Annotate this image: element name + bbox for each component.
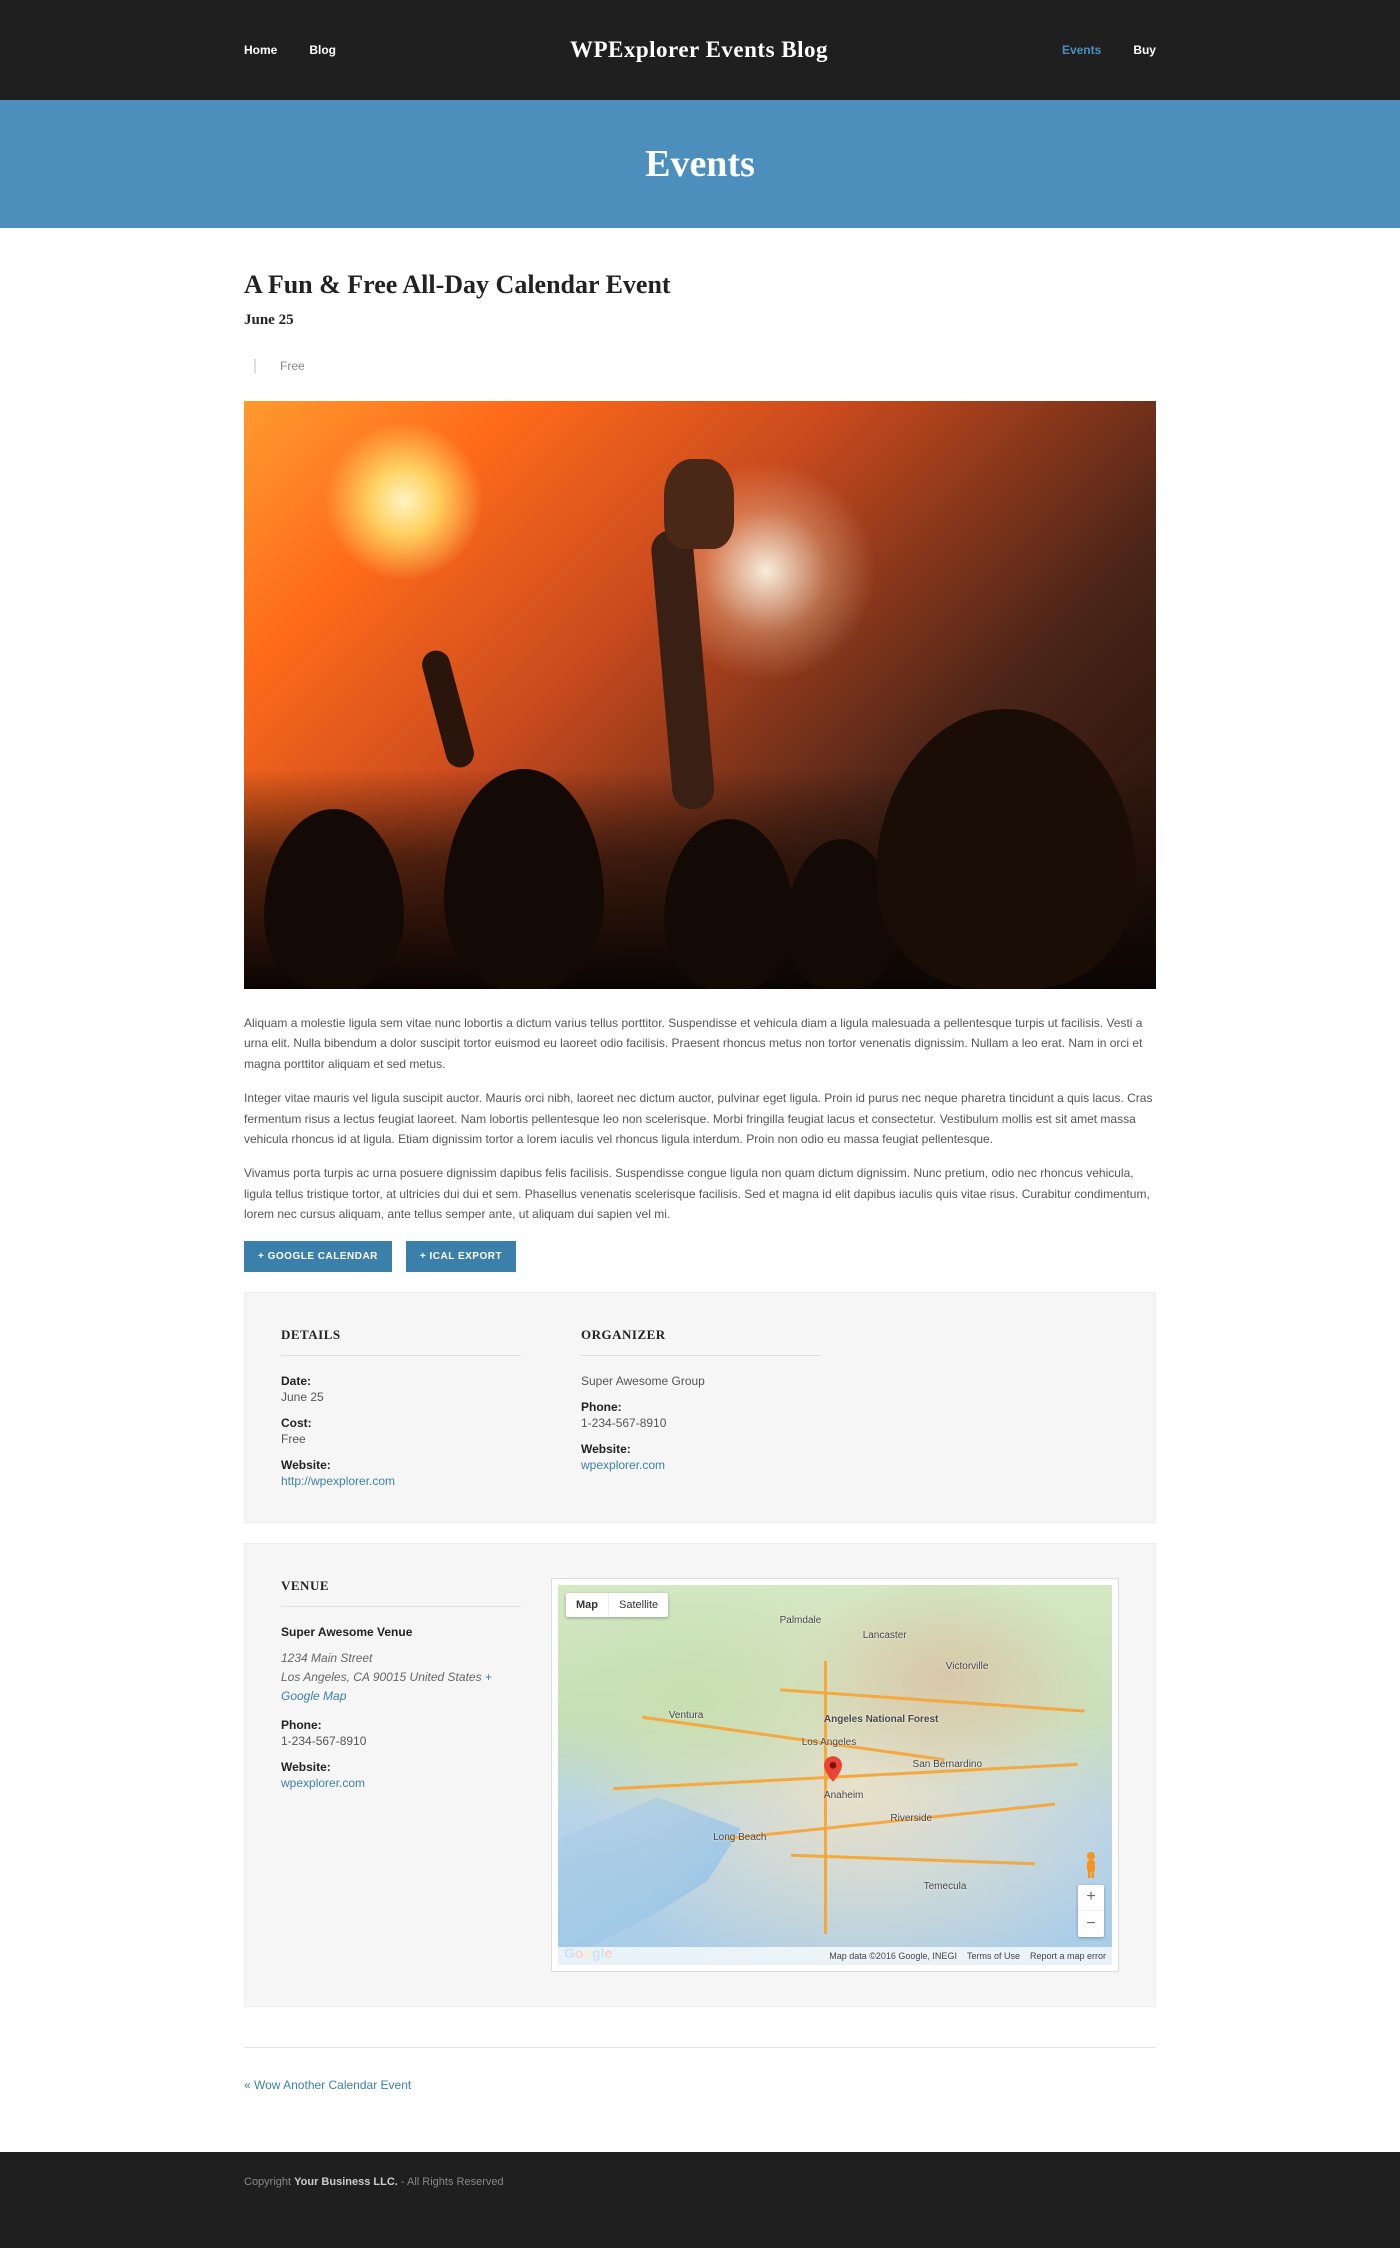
- nav-home[interactable]: Home: [244, 43, 277, 57]
- venue-name: Super Awesome Venue: [281, 1625, 521, 1639]
- venue-address: 1234 Main Street Los Angeles, CA 90015 U…: [281, 1649, 521, 1707]
- phone-label: Phone:: [581, 1400, 821, 1414]
- date-value: June 25: [281, 1390, 521, 1404]
- details-organizer-box: DETAILS Date: June 25 Cost: Free Website…: [244, 1292, 1156, 1523]
- prev-event-link[interactable]: « Wow Another Calendar Event: [244, 2078, 411, 2092]
- business-name: Your Business LLC.: [294, 2176, 398, 2188]
- cost-value: Free: [281, 1432, 521, 1446]
- venue-box: VENUE Super Awesome Venue 1234 Main Stre…: [244, 1543, 1156, 2007]
- copyright-rest: - All Rights Reserved: [398, 2176, 504, 2188]
- address-line2: Los Angeles, CA 90015 United States: [281, 1670, 482, 1684]
- banner-title: Events: [0, 142, 1400, 186]
- nav-right: Events Buy: [1062, 43, 1156, 57]
- pegman-icon[interactable]: [1081, 1851, 1101, 1879]
- nav-blog[interactable]: Blog: [309, 43, 336, 57]
- venue-column: VENUE Super Awesome Venue 1234 Main Stre…: [281, 1578, 521, 1972]
- ical-export-button[interactable]: + ICAL EXPORT: [406, 1241, 516, 1272]
- map-attribution: Map data ©2016 Google, INEGI: [829, 1951, 957, 1961]
- venue-website-link[interactable]: wpexplorer.com: [281, 1776, 521, 1790]
- venue-heading: VENUE: [281, 1578, 521, 1607]
- map-tab-satellite[interactable]: Satellite: [609, 1593, 668, 1617]
- date-label: Date:: [281, 1374, 521, 1388]
- organizer-website-link[interactable]: wpexplorer.com: [581, 1458, 821, 1472]
- map-city-label: Victorville: [946, 1661, 989, 1672]
- paragraph: Aliquam a molestie ligula sem vitae nunc…: [244, 1013, 1156, 1074]
- map-terms-link[interactable]: Terms of Use: [967, 1951, 1020, 1961]
- top-nav: Home Blog WPExplorer Events Blog Events …: [0, 0, 1400, 100]
- google-calendar-button[interactable]: + GOOGLE CALENDAR: [244, 1241, 392, 1272]
- map-footer: Map data ©2016 Google, INEGI Terms of Us…: [558, 1947, 1112, 1965]
- map-city-label: Anaheim: [824, 1790, 863, 1801]
- zoom-in-button[interactable]: +: [1078, 1885, 1104, 1911]
- event-date: June 25: [244, 312, 1156, 329]
- map[interactable]: Lancaster Palmdale Victorville Ventura L…: [558, 1585, 1112, 1965]
- organizer-name: Super Awesome Group: [581, 1374, 821, 1388]
- map-report-link[interactable]: Report a map error: [1030, 1951, 1106, 1961]
- map-city-label: San Bernardino: [913, 1759, 983, 1770]
- map-pin-icon: [824, 1756, 842, 1774]
- website-label: Website:: [581, 1442, 821, 1456]
- export-buttons: + GOOGLE CALENDAR + ICAL EXPORT: [244, 1241, 1156, 1272]
- event-title: A Fun & Free All-Day Calendar Event: [244, 270, 1156, 300]
- phone-label: Phone:: [281, 1718, 521, 1732]
- map-city-label: Ventura: [669, 1710, 703, 1721]
- page-banner: Events: [0, 100, 1400, 228]
- map-city-label: Palmdale: [780, 1615, 822, 1626]
- site-footer: Copyright Your Business LLC. - All Right…: [0, 2152, 1400, 2248]
- cost-badge: Free: [254, 359, 1156, 373]
- nav-buy[interactable]: Buy: [1133, 43, 1156, 57]
- map-city-label: Riverside: [890, 1813, 932, 1824]
- prev-event-nav: « Wow Another Calendar Event: [244, 2078, 1156, 2092]
- organizer-column: ORGANIZER Super Awesome Group Phone: 1-2…: [581, 1327, 821, 1488]
- organizer-heading: ORGANIZER: [581, 1327, 821, 1356]
- map-tab-map[interactable]: Map: [566, 1593, 609, 1617]
- phone-value: 1-234-567-8910: [281, 1734, 521, 1748]
- copyright-pre: Copyright: [244, 2176, 294, 2188]
- map-city-label: Los Angeles: [802, 1737, 857, 1748]
- map-container: Lancaster Palmdale Victorville Ventura L…: [551, 1578, 1119, 1972]
- map-type-toggle: Map Satellite: [566, 1593, 668, 1617]
- website-label: Website:: [281, 1760, 521, 1774]
- divider: [244, 2047, 1156, 2048]
- map-city-label: Angeles National Forest: [824, 1714, 938, 1725]
- website-label: Website:: [281, 1458, 521, 1472]
- map-city-label: Temecula: [924, 1881, 967, 1892]
- map-city-label: Long Beach: [713, 1832, 766, 1843]
- site-brand[interactable]: WPExplorer Events Blog: [570, 37, 828, 63]
- zoom-control: + −: [1078, 1885, 1104, 1937]
- nav-left: Home Blog: [244, 43, 336, 57]
- map-city-label: Lancaster: [863, 1630, 907, 1641]
- nav-events[interactable]: Events: [1062, 43, 1101, 57]
- details-column: DETAILS Date: June 25 Cost: Free Website…: [281, 1327, 521, 1488]
- address-line1: 1234 Main Street: [281, 1651, 372, 1665]
- cost-label: Cost:: [281, 1416, 521, 1430]
- paragraph: Vivamus porta turpis ac urna posuere dig…: [244, 1163, 1156, 1224]
- zoom-out-button[interactable]: −: [1078, 1911, 1104, 1937]
- details-heading: DETAILS: [281, 1327, 521, 1356]
- details-website-link[interactable]: http://wpexplorer.com: [281, 1474, 521, 1488]
- paragraph: Integer vitae mauris vel ligula suscipit…: [244, 1088, 1156, 1149]
- phone-value: 1-234-567-8910: [581, 1416, 821, 1430]
- event-body: Aliquam a molestie ligula sem vitae nunc…: [244, 1013, 1156, 1225]
- event-hero-image: [244, 401, 1156, 989]
